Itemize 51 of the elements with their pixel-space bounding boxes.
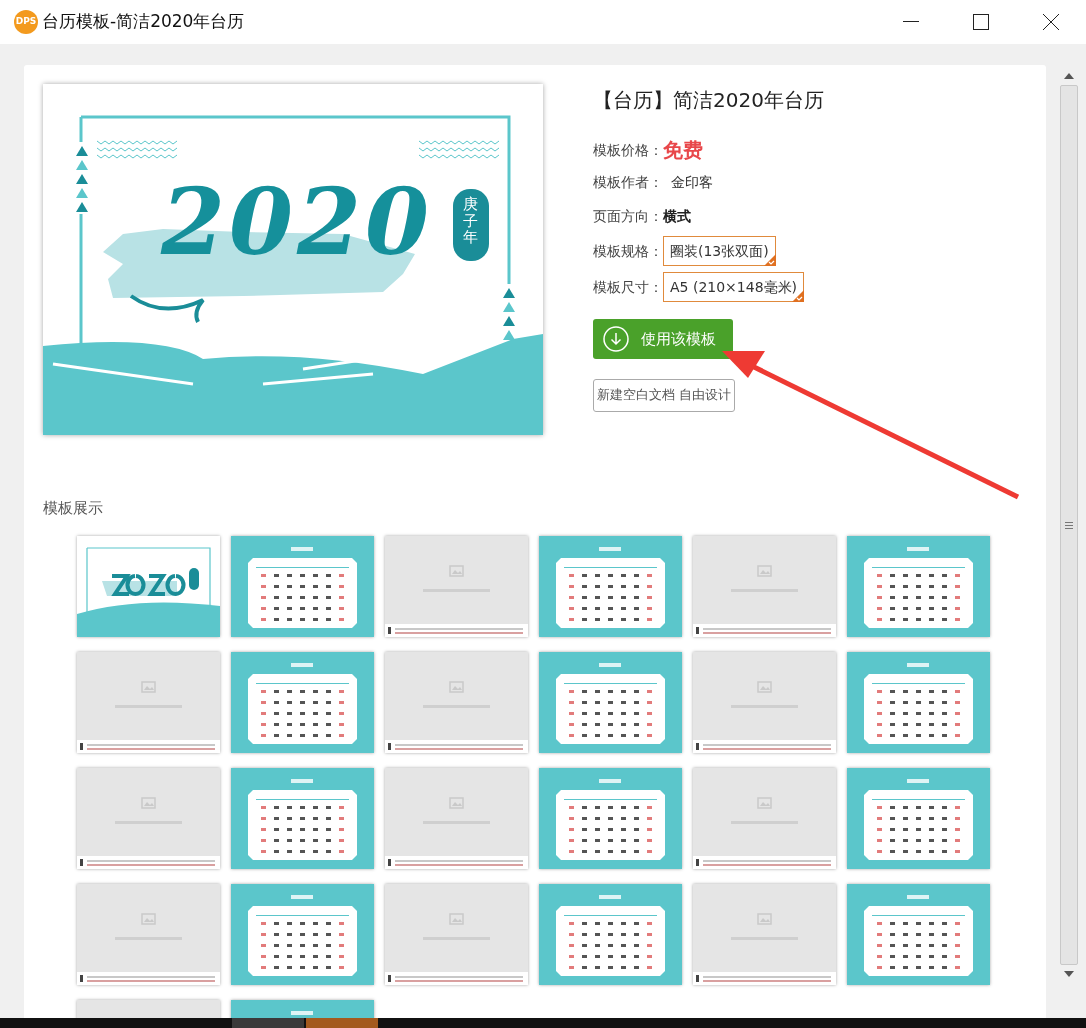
thumbnail-drawing[interactable] xyxy=(77,535,220,637)
thumbnail-drawing[interactable] xyxy=(847,651,990,753)
price-value: 免费 xyxy=(663,137,703,164)
thumbnail-drawing[interactable] xyxy=(693,651,836,753)
option-dropdown[interactable]: A5 (210×148毫米) xyxy=(663,272,805,302)
thumbnail-drawing[interactable] xyxy=(539,651,682,753)
thumbnail-drawing[interactable] xyxy=(231,535,374,637)
scroll-up-icon[interactable] xyxy=(1064,73,1074,79)
option-dropdown[interactable]: 圈装(13张双面) xyxy=(663,236,776,266)
thumbnail-drawing[interactable] xyxy=(231,883,374,985)
thumbnail-drawing[interactable] xyxy=(231,767,374,869)
download-icon xyxy=(603,326,629,352)
thumbnail-drawing[interactable] xyxy=(539,767,682,869)
thumbnail-drawing[interactable] xyxy=(385,535,528,637)
thumbnail-drawing[interactable] xyxy=(385,651,528,753)
scroll-down-icon[interactable] xyxy=(1064,971,1074,977)
thumbnail-drawing[interactable] xyxy=(847,535,990,637)
minimize-icon xyxy=(903,21,919,23)
close-icon xyxy=(1043,14,1059,30)
blank-document-button[interactable]: 新建空白文档 自由设计 xyxy=(593,379,735,412)
thumbnail-drawing[interactable] xyxy=(77,883,220,985)
scrollbar-thumb[interactable] xyxy=(1060,85,1078,965)
maximize-icon xyxy=(973,14,989,30)
thumbnail-drawing[interactable] xyxy=(231,651,374,753)
window-title: 台历模板-简洁2020年台历 xyxy=(42,10,245,34)
field-value: 金印客 xyxy=(671,172,713,192)
thumbnail-drawing[interactable] xyxy=(77,767,220,869)
thumbnail-drawing[interactable] xyxy=(385,767,528,869)
thumbnail-drawing[interactable] xyxy=(847,883,990,985)
thumbnail-drawing[interactable] xyxy=(693,767,836,869)
zodiac-seal-text: 庚子年 xyxy=(463,196,478,246)
thumbnail-drawing[interactable] xyxy=(539,535,682,637)
field-label: 模板尺寸： xyxy=(593,277,663,297)
app-logo: DPS xyxy=(14,10,38,34)
field-label: 页面方向： xyxy=(593,206,663,226)
field-label: 模板规格： xyxy=(593,241,663,261)
template-title: 【台历】简洁2020年台历 xyxy=(593,87,824,114)
thumbnail-drawing[interactable] xyxy=(539,883,682,985)
thumbnail-drawing[interactable] xyxy=(693,535,836,637)
thumbnail-drawing[interactable] xyxy=(385,883,528,985)
year-heading: 2020 xyxy=(161,176,434,268)
thumbnail-drawing[interactable] xyxy=(77,651,220,753)
field-label: 模板价格： xyxy=(593,140,663,160)
thumbnail-drawing[interactable] xyxy=(693,883,836,985)
grip-icon xyxy=(1065,521,1073,529)
taskbar-item[interactable] xyxy=(232,1018,304,1028)
taskbar-item[interactable] xyxy=(306,1018,378,1028)
field-value: 横式 xyxy=(663,206,691,226)
thumbnail-drawing[interactable] xyxy=(847,767,990,869)
field-label: 模板作者： xyxy=(593,172,663,192)
gallery-title: 模板展示 xyxy=(43,498,104,519)
